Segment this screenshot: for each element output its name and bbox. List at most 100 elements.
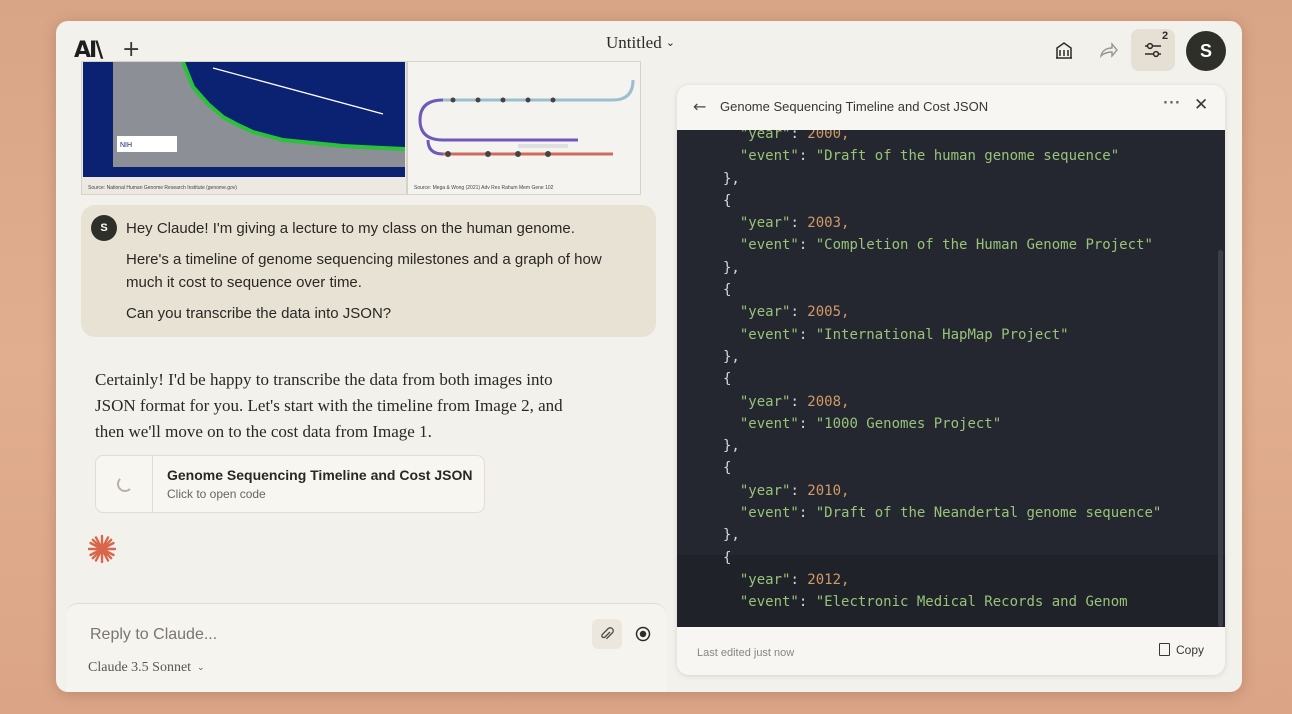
code-line: }, [723,170,740,187]
back-arrow-icon[interactable]: ← [693,97,706,116]
chevron-down-icon: ⌄ [197,662,205,672]
attached-images: NIH Source: National Human Genome Resear… [81,61,641,195]
artifact-panel: ← Genome Sequencing Timeline and Cost JS… [677,85,1225,675]
attach-button[interactable] [592,619,622,649]
artifact-panel-header: ← Genome Sequencing Timeline and Cost JS… [677,85,1225,130]
code-line: "year": 2000, [723,130,1161,145]
code-key: "event" [739,326,799,343]
code-key: "event" [739,594,799,611]
user-avatar[interactable]: S [1186,31,1226,71]
code-value: 2008, [807,393,850,410]
code-key: "year" [739,393,791,410]
user-message-avatar: S [91,215,117,241]
artifact-panel-title: Genome Sequencing Timeline and Cost JSON [720,99,989,114]
user-message-line: Can you transcribe the data into JSON? [126,305,392,322]
code-value: "Draft of the Neandertal genome sequence… [815,505,1162,522]
settings-count-badge: 2 [1162,30,1169,42]
code-line: }, [723,438,740,455]
code-block: "year": 2000, "event": "Draft of the hum… [723,130,1161,614]
app-window: AI\ + Untitled ⌄ 2 S NIH Source: Nationa… [56,21,1242,692]
image2-caption: Source: Mega & Wong (2021) Adv Res Rahum… [414,185,554,191]
share-icon[interactable] [1097,39,1119,61]
cost-graph-plot: NIH [83,62,405,177]
sliders-icon [1145,42,1161,58]
user-message-text: Hey Claude! I'm giving a lecture to my c… [126,217,636,333]
reply-input[interactable] [88,622,572,648]
artifact-card-subtitle: Click to open code [167,487,266,501]
code-value: 2003, [807,215,850,232]
copy-label: Copy [1176,643,1205,657]
code-scrollbar[interactable] [1218,250,1223,627]
code-line: }, [723,527,740,544]
code-value: "Completion of the Human Genome Project" [815,237,1153,254]
document-title: Untitled [606,33,662,52]
code-line: { [723,371,732,388]
record-icon [635,626,651,642]
code-key: "year" [739,130,791,142]
code-key: "year" [739,482,791,499]
image1-caption: Source: National Human Genome Research I… [88,185,237,191]
copy-button[interactable]: Copy [1159,643,1204,657]
artifact-panel-footer: Last edited just now Copy [677,627,1225,675]
model-selector[interactable]: Claude 3.5 Sonnet ⌄ [88,660,205,676]
code-value: 2010, [807,482,850,499]
code-value: 2005, [807,304,850,321]
code-key: "event" [739,148,799,165]
code-line: "event": "Electronic Medical Records and… [739,594,1128,611]
code-value: "1000 Genomes Project" [815,415,1002,432]
code-line: { [723,460,732,477]
code-line: "event": "Draft of the Neandertal genome… [739,505,1162,522]
code-value: "Draft of the human genome sequence" [815,148,1120,165]
code-line: "event": "1000 Genomes Project" [739,415,1002,432]
library-icon[interactable] [1053,39,1075,61]
artifact-card-title: Genome Sequencing Timeline and Cost JSON [167,467,473,483]
settings-button[interactable] [1131,29,1175,71]
code-key: "year" [739,304,791,321]
user-message-line: Hey Claude! I'm giving a lecture to my c… [126,220,575,237]
code-line: "year": 2010, [739,482,850,499]
code-line: "year": 2008, [739,393,850,410]
code-viewer[interactable]: "year": 2000, "event": "Draft of the hum… [677,130,1225,627]
code-key: "event" [739,415,799,432]
user-message-line: Here's a timeline of genome sequencing m… [126,251,602,291]
assistant-message-text: Certainly! I'd be happy to transcribe th… [95,370,563,441]
timeline-image[interactable]: Source: Mega & Wong (2021) Adv Res Rahum… [407,61,641,195]
code-line: }, [723,259,740,276]
artifact-thumbnail [96,456,153,512]
code-key: "event" [739,505,799,522]
code-line: "year": 2005, [739,304,850,321]
code-line: { [723,549,732,566]
code-key: "year" [739,215,791,232]
user-message: S Hey Claude! I'm giving a lecture to my… [81,205,656,337]
code-value: 2000, [807,130,850,142]
code-line: { [723,282,732,299]
svg-text:NIH: NIH [120,142,132,149]
code-line: "year": 2003, [739,215,850,232]
composer: Claude 3.5 Sonnet ⌄ [66,603,666,692]
claude-sparkle-icon [87,534,117,564]
anthropic-logo[interactable]: AI\ [74,38,103,63]
code-value: 2012, [807,571,850,588]
code-line: "event": "Completion of the Human Genome… [739,237,1153,254]
code-line: "event": "International HapMap Project" [739,326,1069,343]
code-line: "year": 2012, [739,571,850,588]
close-icon[interactable]: ✕ [1194,95,1208,115]
cost-graph-image[interactable]: NIH Source: National Human Genome Resear… [81,61,407,195]
more-options-button[interactable]: ··· [1163,96,1181,111]
record-button[interactable] [628,619,658,649]
last-edited-text: Last edited just now [697,647,795,659]
new-chat-button[interactable]: + [122,37,140,62]
artifact-card[interactable]: Genome Sequencing Timeline and Cost JSON… [95,455,485,513]
code-key: "year" [739,571,791,588]
loading-spinner-icon [117,476,133,492]
timeline-diagram [418,79,635,157]
paperclip-icon [601,627,614,640]
code-line: { [723,192,732,209]
model-name: Claude 3.5 Sonnet [88,660,192,675]
code-key: "event" [739,237,799,254]
code-value: "Electronic Medical Records and Genom [815,594,1128,611]
code-line: "event": "Draft of the human genome sequ… [739,148,1120,165]
document-title-dropdown[interactable]: Untitled ⌄ [606,33,675,53]
assistant-message: Certainly! I'd be happy to transcribe th… [81,351,661,525]
code-line: }, [723,348,740,365]
